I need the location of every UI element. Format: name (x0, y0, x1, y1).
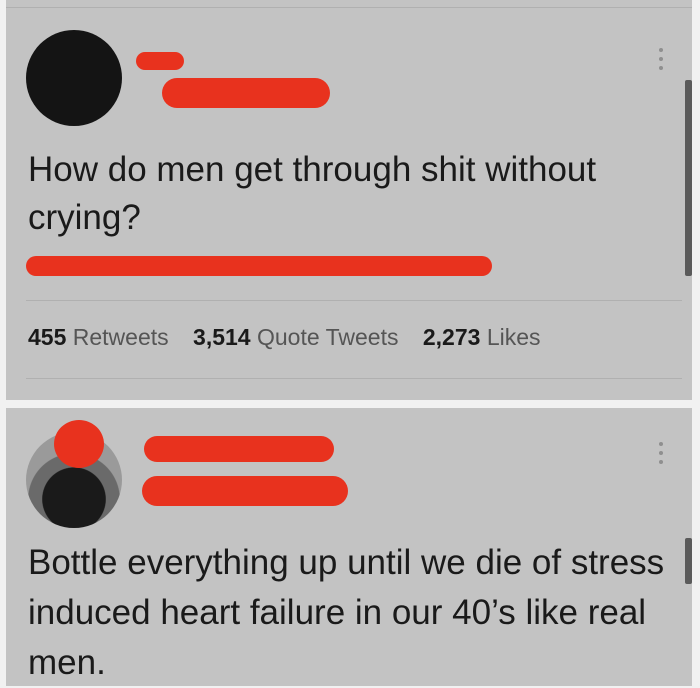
avatar[interactable] (26, 30, 122, 126)
divider (26, 378, 682, 379)
more-options-icon[interactable] (658, 48, 664, 70)
scrollbar[interactable] (685, 538, 692, 584)
tweet-text: Bottle everything up until we die of str… (28, 543, 665, 682)
divider (6, 7, 692, 8)
more-options-icon[interactable] (658, 442, 664, 464)
redacted-avatar-face (54, 420, 104, 468)
engagement-stats: 455 Retweets 3,514 Quote Tweets 2,273 Li… (28, 324, 559, 351)
quote-tweets-stat[interactable]: 3,514 Quote Tweets (193, 324, 398, 350)
retweets-stat[interactable]: 455 Retweets (28, 324, 169, 350)
tweet-text: How do men get through shit without cryi… (28, 150, 597, 237)
divider (26, 300, 682, 301)
redacted-username (142, 476, 348, 506)
redacted-display-name (144, 436, 334, 462)
redacted-display-name (136, 52, 184, 70)
tweet-card-reply: Bottle everything up until we die of str… (6, 408, 692, 686)
redacted-timestamp (26, 256, 492, 276)
likes-stat[interactable]: 2,273 Likes (423, 324, 541, 350)
redacted-username (162, 78, 330, 108)
scrollbar[interactable] (685, 80, 692, 276)
tweet-card-original: How do men get through shit without cryi… (6, 0, 692, 400)
